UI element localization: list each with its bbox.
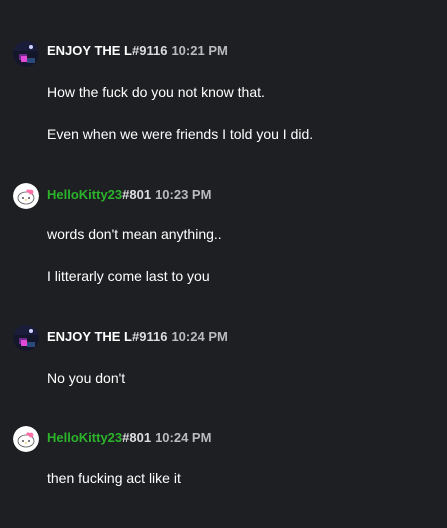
message-text: then fucking act like it (47, 470, 181, 486)
user-tag: #9116 (132, 329, 168, 344)
hello-kitty-avatar-icon (13, 183, 39, 209)
timestamp: 10:24 PM (171, 329, 228, 344)
user-avatar[interactable] (13, 426, 39, 452)
message-text: words don't mean anything.. (47, 226, 222, 242)
message-header: HelloKitty23#801 10:24 PM (47, 429, 211, 447)
username[interactable]: HelloKitty23 (47, 430, 122, 445)
username[interactable]: HelloKitty23 (47, 187, 122, 202)
user-avatar[interactable] (13, 325, 39, 351)
user-tag: #9116 (132, 43, 168, 58)
username[interactable]: ENJOY THE L (47, 43, 132, 58)
user-tag: #801 (122, 187, 152, 202)
dark-night-sky-avatar-icon (13, 41, 39, 67)
message-text: No you don't (47, 370, 126, 386)
message-text: How the fuck do you not know that. (47, 84, 265, 100)
user-avatar[interactable] (13, 183, 39, 209)
message-text: Even when we were friends I told you I d… (47, 126, 314, 142)
username[interactable]: ENJOY THE L (47, 329, 132, 344)
hello-kitty-avatar-icon (13, 426, 39, 452)
message-header: ENJOY THE L#9116 10:24 PM (47, 328, 228, 346)
timestamp: 10:21 PM (171, 43, 228, 58)
message-header: HelloKitty23#801 10:23 PM (47, 186, 211, 204)
message-text: I litterarly come last to you (47, 268, 210, 284)
dark-night-sky-avatar-icon (13, 325, 39, 351)
user-tag: #801 (122, 430, 152, 445)
user-avatar[interactable] (13, 41, 39, 67)
timestamp: 10:24 PM (155, 430, 212, 445)
message-header: ENJOY THE L#9116 10:21 PM (47, 42, 228, 60)
timestamp: 10:23 PM (155, 187, 212, 202)
